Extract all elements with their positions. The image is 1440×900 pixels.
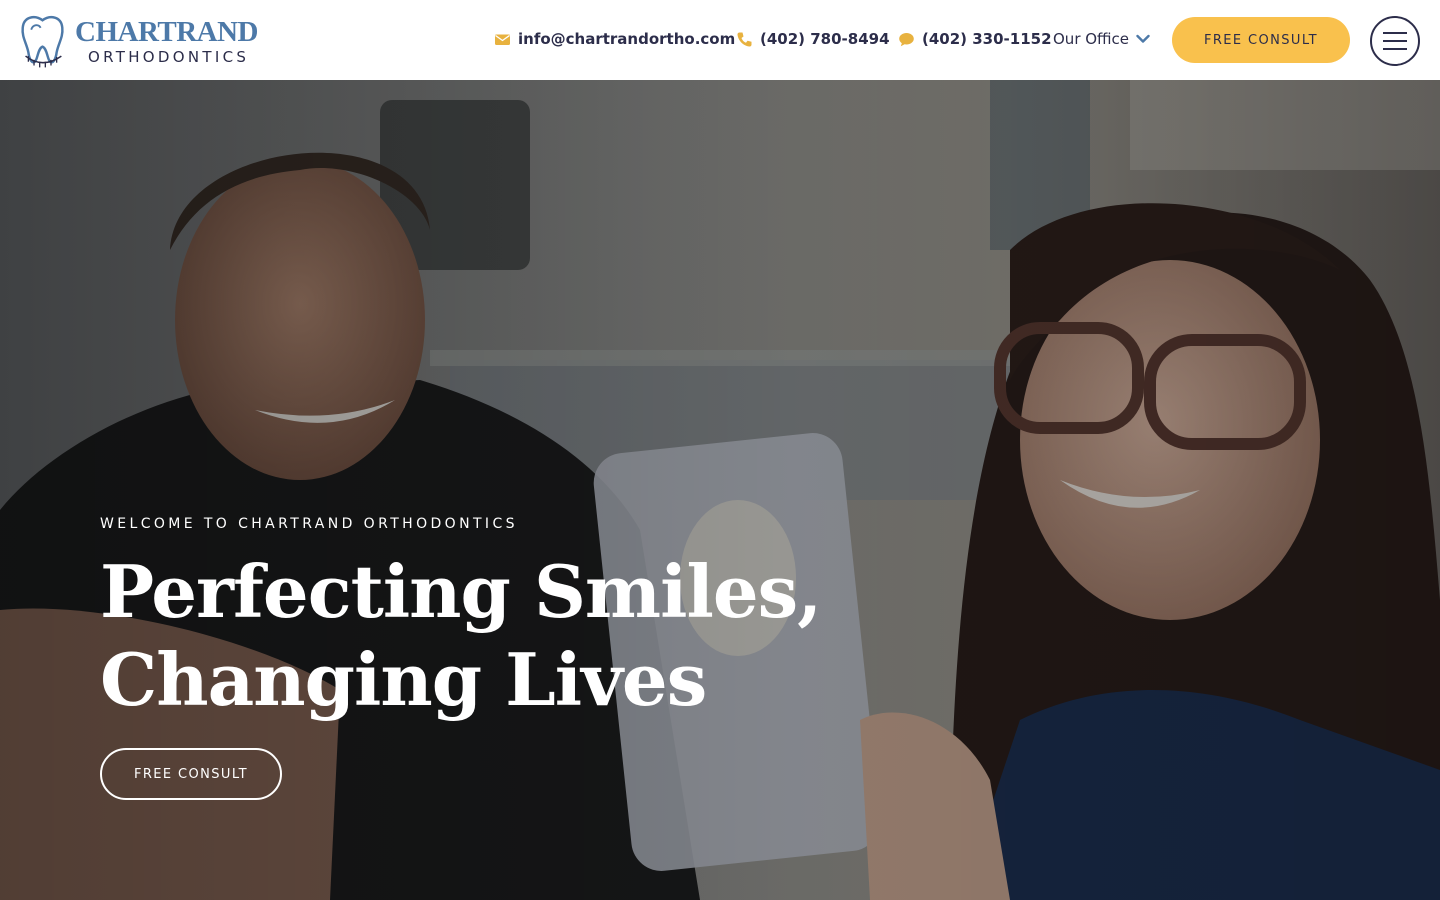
phone-link[interactable]: (402) 780-8494 xyxy=(736,30,890,48)
logo-title: CHARTRAND xyxy=(75,15,258,48)
hamburger-menu-button[interactable] xyxy=(1370,16,1420,66)
logo-text: CHARTRAND ORTHODONTICS xyxy=(75,15,258,66)
tooth-logo-icon xyxy=(21,15,64,68)
our-office-label: Our Office xyxy=(1053,30,1130,48)
chevron-down-icon xyxy=(1136,34,1150,43)
text-line-label: (402) 330-1152 xyxy=(922,30,1052,48)
logo[interactable]: CHARTRAND ORTHODONTICS xyxy=(18,12,258,70)
site-header: CHARTRAND ORTHODONTICS info@chartrandort… xyxy=(0,0,1440,80)
hero-headline-line2: Changing Lives xyxy=(100,637,707,722)
our-office-dropdown[interactable]: Our Office xyxy=(1053,30,1150,48)
hamburger-menu-icon xyxy=(1383,32,1407,34)
email-label: info@chartrandortho.com xyxy=(518,30,736,48)
text-line-link[interactable]: (402) 330-1152 xyxy=(898,30,1052,48)
hero-free-consult-button[interactable]: FREE CONSULT xyxy=(100,748,282,800)
logo-subtitle: ORTHODONTICS xyxy=(88,47,250,66)
envelope-icon xyxy=(495,34,510,45)
free-consult-button[interactable]: FREE CONSULT xyxy=(1172,17,1350,63)
chat-bubble-icon xyxy=(899,32,914,46)
hero-eyebrow: WELCOME TO CHARTRAND ORTHODONTICS xyxy=(100,516,518,532)
phone-icon xyxy=(737,32,752,47)
hero-headline-line1: Perfecting Smiles, xyxy=(100,549,822,634)
hero-content: WELCOME TO CHARTRAND ORTHODONTICS Perfec… xyxy=(100,516,860,800)
email-link[interactable]: info@chartrandortho.com xyxy=(494,30,735,48)
hero-headline: Perfecting Smiles, Changing Lives xyxy=(100,548,860,724)
hero-section: WELCOME TO CHARTRAND ORTHODONTICS Perfec… xyxy=(0,80,1440,900)
phone-label: (402) 780-8494 xyxy=(760,30,890,48)
